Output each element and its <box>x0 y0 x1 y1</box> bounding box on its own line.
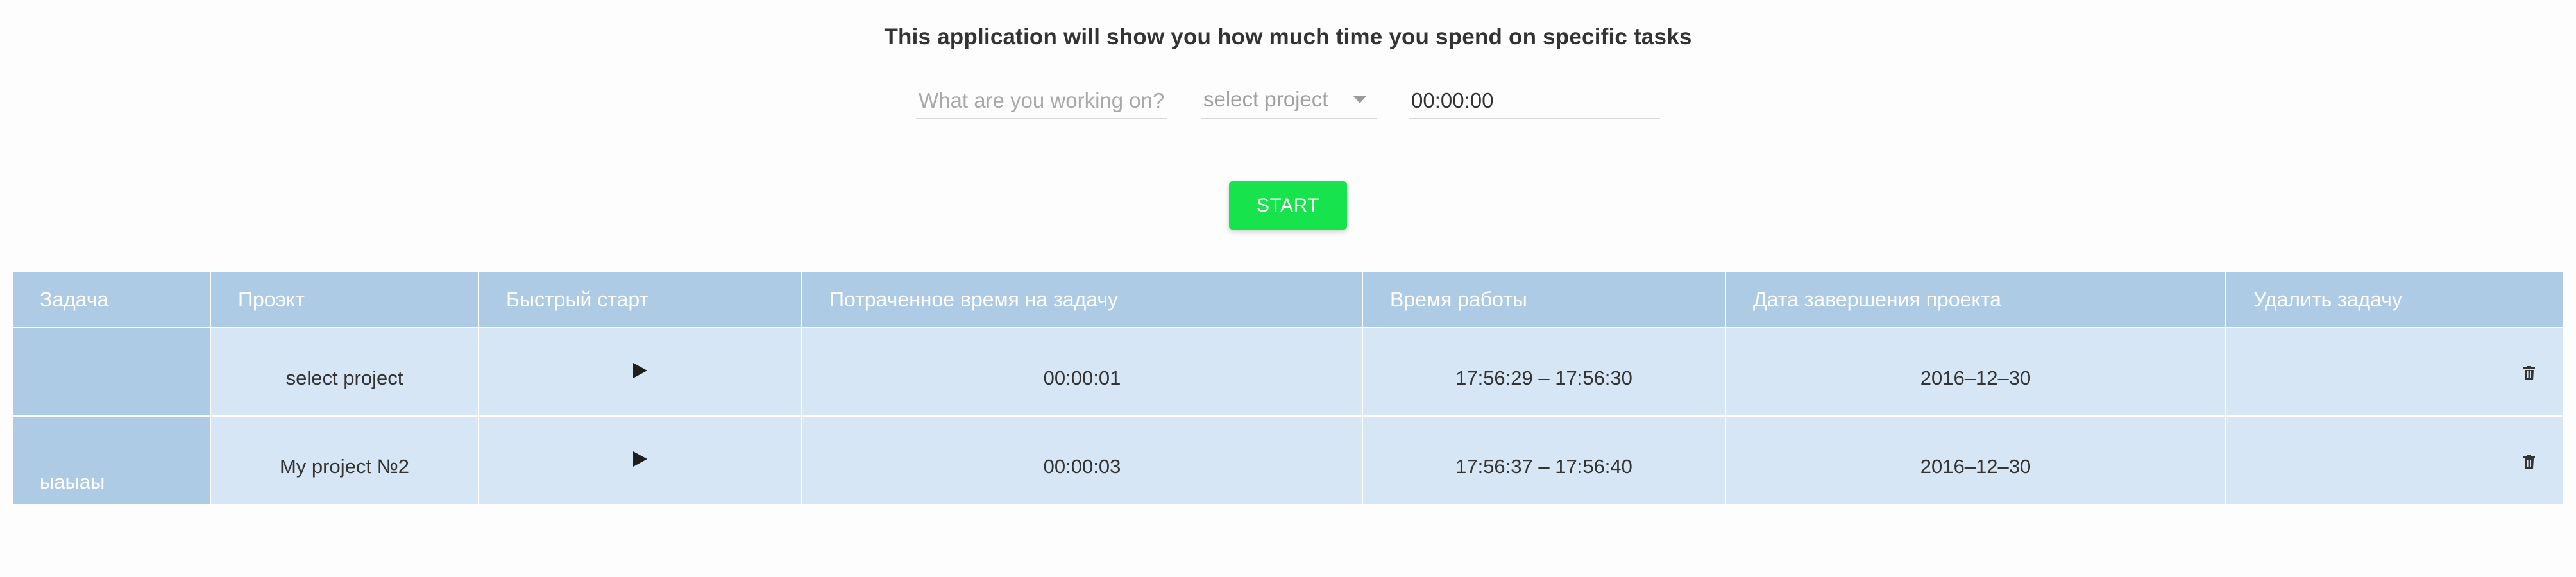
play-icon[interactable] <box>633 363 647 378</box>
app-page: This application will show you how much … <box>0 0 2576 577</box>
project-cell: select project <box>210 327 479 416</box>
quick-start-cell <box>479 415 802 504</box>
delete-cell <box>2226 415 2564 504</box>
table-header-row: Задача Проэкт Быстрый старт Потраченное … <box>13 272 2564 328</box>
end-date-cell: 2016–12–30 <box>1725 415 2226 504</box>
project-select[interactable]: select project <box>1201 85 1377 119</box>
column-header-work-time: Время работы <box>1362 272 1726 328</box>
project-select-value: select project <box>1203 87 1328 111</box>
table-row: select project 00:00:01 17:56:29 – 17:56… <box>13 327 2564 416</box>
page-title: This application will show you how much … <box>884 24 1692 49</box>
column-header-time-spent: Потраченное время на задачу <box>802 272 1363 328</box>
time-spent-cell: 00:00:03 <box>802 415 1363 504</box>
task-name-cell: ыаыаы <box>13 415 211 504</box>
trash-icon[interactable] <box>2523 454 2536 469</box>
column-header-end-date: Дата завершения проекта <box>1725 272 2226 328</box>
end-date-cell: 2016–12–30 <box>1725 327 2226 416</box>
project-cell: My project №2 <box>210 415 479 504</box>
column-header-delete: Удалить задачу <box>2226 272 2564 328</box>
start-button[interactable]: START <box>1229 181 1347 230</box>
column-header-quick-start: Быстрый старт <box>479 272 802 328</box>
work-time-cell: 17:56:29 – 17:56:30 <box>1362 327 1726 416</box>
tasks-table: Задача Проэкт Быстрый старт Потраченное … <box>13 272 2564 504</box>
caret-down-icon <box>1353 96 1366 103</box>
trash-icon[interactable] <box>2523 365 2536 380</box>
column-header-task: Задача <box>13 272 211 328</box>
time-spent-cell: 00:00:01 <box>802 327 1363 416</box>
task-name-cell <box>13 327 211 416</box>
timer-field[interactable] <box>1409 85 1660 119</box>
play-icon[interactable] <box>633 451 647 467</box>
quick-start-cell <box>479 327 802 416</box>
table-row: ыаыаы My project №2 00:00:03 17:56:37 – … <box>13 415 2564 504</box>
task-form: select project <box>0 85 2576 123</box>
timer-input[interactable] <box>1409 85 1660 117</box>
delete-cell <box>2226 327 2564 416</box>
column-header-project: Проэкт <box>210 272 479 328</box>
task-field[interactable] <box>916 85 1167 119</box>
task-input[interactable] <box>916 85 1167 117</box>
work-time-cell: 17:56:37 – 17:56:40 <box>1362 415 1726 504</box>
